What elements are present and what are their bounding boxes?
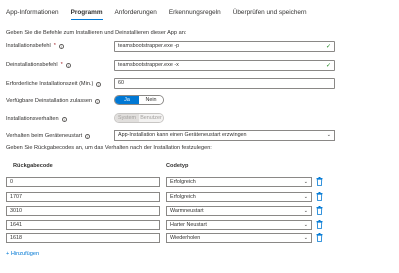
code-type-select[interactable]: Erfolgreich ⌄ — [166, 192, 312, 202]
install-command-input[interactable]: teamsbootstrapper.exe -p ✓ — [114, 41, 335, 52]
chevron-down-icon: ⌄ — [303, 208, 308, 214]
tab-review-save[interactable]: Überprüfen und speichern — [233, 8, 307, 20]
info-icon[interactable]: i — [58, 43, 64, 49]
trash-icon[interactable] — [316, 220, 323, 229]
uninstall-command-label: Deinstallationsbefehl * i — [6, 62, 71, 68]
return-code-input[interactable]: 3010 — [6, 206, 160, 216]
code-type-select[interactable]: Warmneustart ⌄ — [166, 206, 312, 216]
info-icon[interactable]: i — [61, 116, 67, 122]
info-icon[interactable]: i — [96, 81, 102, 87]
chevron-down-icon: ⌄ — [303, 235, 308, 241]
tab-bar: App-Informationen Programm Anforderungen… — [6, 8, 319, 20]
chevron-down-icon: ⌄ — [303, 179, 308, 185]
allow-uninstall-toggle: Ja Nein — [114, 95, 164, 105]
section-intro: Geben Sie die Befehle zum Installieren u… — [6, 30, 187, 36]
add-return-code-link[interactable]: + Hinzufügen — [6, 251, 39, 257]
install-time-input[interactable]: 60 — [114, 78, 335, 89]
code-type-select[interactable]: Wiederholen ⌄ — [166, 233, 312, 243]
trash-icon[interactable] — [316, 192, 323, 201]
toggle-no[interactable]: Nein — [139, 96, 163, 104]
trash-icon[interactable] — [316, 177, 323, 186]
trash-icon[interactable] — [316, 206, 323, 215]
checkmark-icon: ✓ — [325, 62, 331, 69]
tab-program[interactable]: Programm — [70, 8, 103, 20]
tab-detection-rules[interactable]: Erkennungsregeln — [169, 8, 221, 20]
install-time-label: Erforderliche Installationszeit (Min.) i — [6, 81, 102, 87]
return-code-input[interactable]: 1641 — [6, 220, 160, 230]
install-command-label: Installationsbefehl * i — [6, 43, 64, 49]
install-behavior-label: Installationsverhalten i — [6, 116, 67, 122]
return-code-header: Rückgabecode — [13, 163, 53, 169]
restart-behavior-select[interactable]: App-Installation kann einen Geräteneusta… — [114, 130, 335, 141]
install-behavior-toggle: System Benutzer — [114, 113, 164, 123]
info-icon[interactable]: i — [65, 62, 71, 68]
return-codes-intro: Geben Sie Rückgabecodes an, um das Verha… — [6, 145, 212, 151]
required-marker: * — [53, 43, 56, 49]
code-type-select[interactable]: Erfolgreich ⌄ — [166, 177, 312, 187]
return-code-input[interactable]: 1707 — [6, 192, 160, 202]
info-icon[interactable]: i — [85, 133, 91, 139]
info-icon[interactable]: i — [95, 98, 101, 104]
return-code-input[interactable]: 1618 — [6, 233, 160, 243]
uninstall-command-input[interactable]: teamsbootstrapper.exe -x ✓ — [114, 60, 335, 71]
tab-requirements[interactable]: Anforderungen — [115, 8, 157, 20]
allow-uninstall-label: Verfügbare Deinstallation zulassen i — [6, 98, 101, 104]
toggle-user: Benutzer — [139, 114, 163, 122]
trash-icon[interactable] — [316, 233, 323, 242]
code-type-select[interactable]: Harter Neustart ⌄ — [166, 220, 312, 230]
toggle-yes[interactable]: Ja — [115, 96, 139, 104]
chevron-down-icon: ⌄ — [303, 222, 308, 228]
chevron-down-icon: ⌄ — [303, 194, 308, 200]
return-code-input[interactable]: 0 — [6, 177, 160, 187]
code-type-header: Codetyp — [166, 163, 189, 169]
required-marker: * — [60, 62, 63, 68]
restart-behavior-label: Verhalten beim Geräteneustart i — [6, 133, 91, 139]
checkmark-icon: ✓ — [325, 43, 331, 50]
toggle-system: System — [115, 114, 139, 122]
chevron-down-icon: ⌄ — [326, 132, 331, 138]
tab-app-information[interactable]: App-Informationen — [6, 8, 59, 20]
